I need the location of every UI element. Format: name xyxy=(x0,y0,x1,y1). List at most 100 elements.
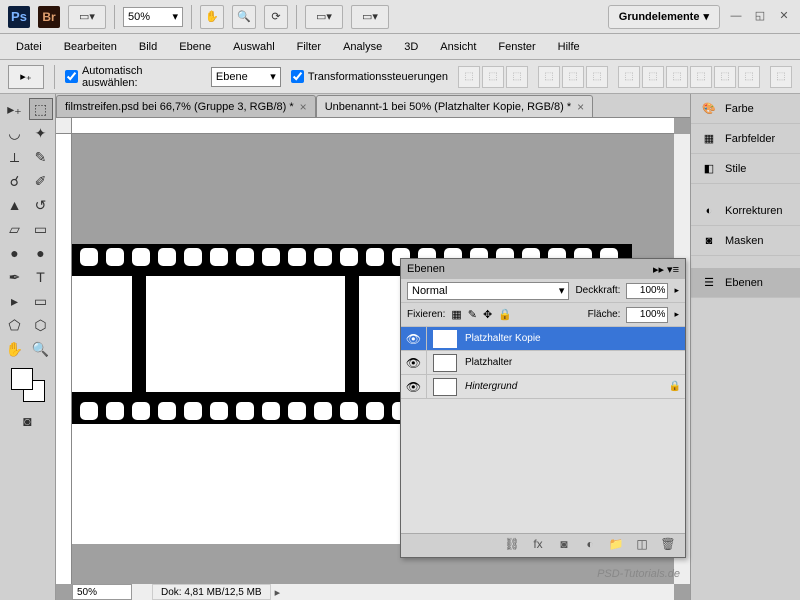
opacity-input[interactable] xyxy=(626,283,668,299)
quickmask-tool[interactable]: ◙ xyxy=(16,410,40,432)
layer-thumbnail[interactable] xyxy=(433,378,457,396)
dist-3[interactable]: ⬚ xyxy=(666,66,688,88)
layer-thumbnail[interactable] xyxy=(433,354,457,372)
fill-input[interactable] xyxy=(626,307,668,323)
ruler-horizontal[interactable] xyxy=(72,118,674,134)
visibility-toggle[interactable]: 👁 xyxy=(401,327,427,351)
align-right[interactable]: ⬚ xyxy=(586,66,608,88)
layer-name[interactable]: Hintergrund xyxy=(463,381,665,392)
dist-1[interactable]: ⬚ xyxy=(618,66,640,88)
transform-controls-checkbox[interactable]: Transformationssteuerungen xyxy=(291,70,448,83)
lock-transparency-icon[interactable]: ▦ xyxy=(451,308,461,321)
layer-style-btn[interactable]: fx xyxy=(529,537,547,555)
layer-name[interactable]: Platzhalter xyxy=(463,357,685,368)
menu-filter[interactable]: Filter xyxy=(287,37,331,57)
link-layers-btn[interactable]: ⛓ xyxy=(503,537,521,555)
auto-select-dropdown[interactable]: Ebene▾ xyxy=(211,67,281,87)
current-tool-preset[interactable]: ▸₊ xyxy=(8,65,44,89)
transform-chk-input[interactable] xyxy=(291,70,304,83)
dist-2[interactable]: ⬚ xyxy=(642,66,664,88)
move-tool[interactable]: ▸₊ xyxy=(3,98,27,120)
panel-korrekturen[interactable]: ◐Korrekturen xyxy=(691,196,800,226)
arrange-btn[interactable]: ▭▾ xyxy=(305,5,343,29)
blur-tool[interactable]: ● xyxy=(3,242,27,264)
rotate-view-btn[interactable]: ⟳ xyxy=(264,5,288,29)
crop-tool[interactable]: ⟂ xyxy=(3,146,27,168)
stamp-tool[interactable]: ▲ xyxy=(3,194,27,216)
status-zoom[interactable]: 50% xyxy=(72,584,132,600)
lock-pixels-icon[interactable]: ✎ xyxy=(468,308,477,321)
dist-6[interactable]: ⬚ xyxy=(738,66,760,88)
chevron-right-icon[interactable]: ▸ xyxy=(674,285,679,296)
panel-menu-icon[interactable]: ▸▸ ▾≡ xyxy=(653,263,679,276)
status-doc-size[interactable]: Dok: 4,81 MB/12,5 MB xyxy=(152,584,271,600)
layers-panel-titlebar[interactable]: Ebenen ▸▸ ▾≡ xyxy=(401,259,685,279)
menu-hilfe[interactable]: Hilfe xyxy=(548,37,590,57)
type-tool[interactable]: T xyxy=(29,266,53,288)
layer-row[interactable]: 👁 Platzhalter xyxy=(401,351,685,375)
lock-position-icon[interactable]: ✥ xyxy=(483,308,492,321)
bridge-button[interactable]: Br xyxy=(38,6,60,28)
dodge-tool[interactable]: ● xyxy=(29,242,53,264)
panel-masken[interactable]: ◙Masken xyxy=(691,226,800,256)
scrollbar-h[interactable]: 50% Dok: 4,81 MB/12,5 MB ▸ xyxy=(72,584,674,600)
doc-tab-1[interactable]: filmstreifen.psd bei 66,7% (Gruppe 3, RG… xyxy=(56,95,316,117)
layer-thumbnail[interactable] xyxy=(433,330,457,348)
eraser-tool[interactable]: ▱ xyxy=(3,218,27,240)
3d-camera-tool[interactable]: ⬡ xyxy=(29,314,53,336)
fg-color[interactable] xyxy=(11,368,33,390)
3d-tool[interactable]: ⬠ xyxy=(3,314,27,336)
align-bottom[interactable]: ⬚ xyxy=(506,66,528,88)
gradient-tool[interactable]: ▭ xyxy=(29,218,53,240)
screen-mode-btn[interactable]: ▭▾ xyxy=(351,5,389,29)
menu-datei[interactable]: Datei xyxy=(6,37,52,57)
menu-3d[interactable]: 3D xyxy=(394,37,428,57)
pen-tool[interactable]: ✒ xyxy=(3,266,27,288)
menu-ebene[interactable]: Ebene xyxy=(169,37,221,57)
new-group-btn[interactable]: 📁 xyxy=(607,537,625,555)
visibility-toggle[interactable]: 👁 xyxy=(401,375,427,399)
color-swatches[interactable] xyxy=(11,368,45,402)
layer-name[interactable]: Platzhalter Kopie xyxy=(463,333,685,344)
ruler-vertical[interactable] xyxy=(56,134,72,584)
doc-tab-2[interactable]: Unbenannt-1 bei 50% (Platzhalter Kopie, … xyxy=(316,95,593,117)
marquee-tool[interactable]: ⬚ xyxy=(29,98,53,120)
auto-align-btn[interactable]: ⬚ xyxy=(770,66,792,88)
chevron-right-icon[interactable]: ▸ xyxy=(275,586,281,599)
panel-farbfelder[interactable]: ▦Farbfelder xyxy=(691,124,800,154)
layer-mask-btn[interactable]: ◙ xyxy=(555,537,573,555)
lasso-tool[interactable]: ◡ xyxy=(3,122,27,144)
align-top[interactable]: ⬚ xyxy=(458,66,480,88)
tab-close-icon[interactable]: × xyxy=(577,100,584,114)
panel-farbe[interactable]: 🎨Farbe xyxy=(691,94,800,124)
zoom-tool[interactable]: 🔍 xyxy=(29,338,53,360)
brush-tool[interactable]: ✐ xyxy=(29,170,53,192)
layer-row[interactable]: 👁 Platzhalter Kopie xyxy=(401,327,685,351)
restore-button[interactable]: ◱ xyxy=(752,9,768,25)
align-hcenter[interactable]: ⬚ xyxy=(562,66,584,88)
shape-tool[interactable]: ▭ xyxy=(29,290,53,312)
delete-layer-btn[interactable]: 🗑 xyxy=(659,537,677,555)
align-vcenter[interactable]: ⬚ xyxy=(482,66,504,88)
adjustment-layer-btn[interactable]: ◐ xyxy=(581,537,599,555)
dist-4[interactable]: ⬚ xyxy=(690,66,712,88)
menu-auswahl[interactable]: Auswahl xyxy=(223,37,285,57)
menu-ansicht[interactable]: Ansicht xyxy=(430,37,486,57)
tab-close-icon[interactable]: × xyxy=(300,100,307,114)
heal-tool[interactable]: ☌ xyxy=(3,170,27,192)
lock-all-icon[interactable]: 🔒 xyxy=(498,308,512,321)
visibility-toggle[interactable]: 👁 xyxy=(401,351,427,375)
panel-stile[interactable]: ◧Stile xyxy=(691,154,800,184)
close-button[interactable]: ✕ xyxy=(776,9,792,25)
wand-tool[interactable]: ✦ xyxy=(29,122,53,144)
panel-ebenen[interactable]: ☰Ebenen xyxy=(691,268,800,298)
hand-tool-btn[interactable]: ✋ xyxy=(200,5,224,29)
menu-bearbeiten[interactable]: Bearbeiten xyxy=(54,37,127,57)
menu-analyse[interactable]: Analyse xyxy=(333,37,392,57)
layout-button[interactable]: ▭▾ xyxy=(68,5,106,29)
workspace-switcher[interactable]: Grundelemente▾ xyxy=(608,5,720,29)
menu-bild[interactable]: Bild xyxy=(129,37,167,57)
blend-mode-select[interactable]: Normal▾ xyxy=(407,282,569,300)
zoom-select[interactable]: 50%▾ xyxy=(123,7,183,27)
dist-5[interactable]: ⬚ xyxy=(714,66,736,88)
